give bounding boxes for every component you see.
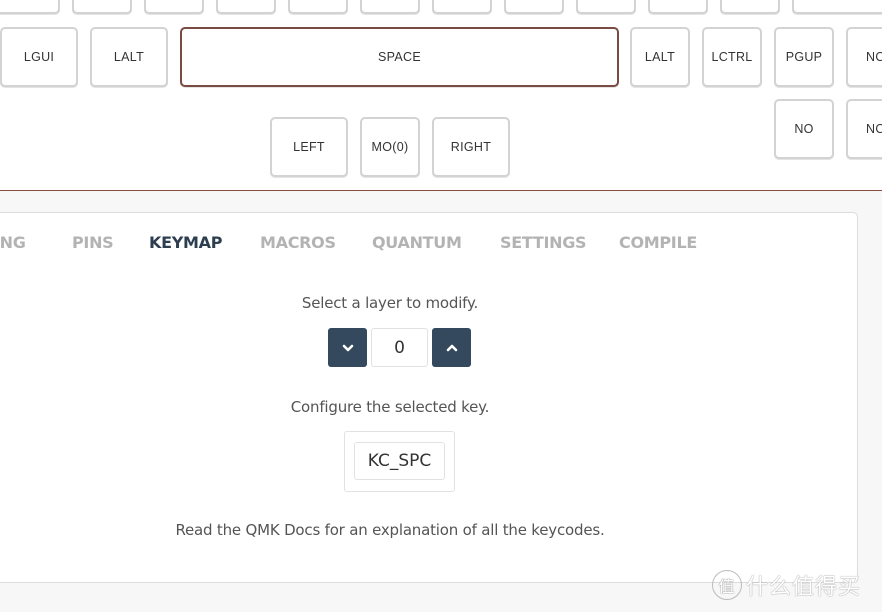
watermark-text: 什么值得买 — [746, 575, 862, 600]
selected-key-box: KC_SPC — [344, 431, 455, 492]
layer-prompt: Select a layer to modify. — [301, 294, 479, 312]
selected-keycode[interactable]: KC_SPC — [354, 442, 445, 480]
tab-wiring[interactable]: WIRING — [0, 233, 26, 252]
key-top-4[interactable] — [216, 0, 276, 14]
key-top-8[interactable] — [504, 0, 564, 14]
key-top-9[interactable] — [576, 0, 636, 14]
key-lalt-right[interactable]: LALT — [630, 27, 690, 87]
tab-quantum[interactable]: QUANTUM — [372, 233, 462, 252]
key-space[interactable]: SPACE — [180, 27, 619, 87]
key-top-11[interactable] — [720, 0, 780, 14]
watermark: 值 什么值得买 — [712, 567, 861, 603]
key-mo0[interactable]: MO(0) — [360, 117, 420, 177]
keyboard-layout: LGUI LALT SPACE LALT LCTRL PGUP NO LEFT … — [0, 0, 882, 191]
key-top-12[interactable] — [792, 0, 882, 14]
configurator-panel: WIRING KEYMAP PINS MACROS QUANTUM SETTIN… — [0, 212, 858, 583]
watermark-badge-icon: 值 — [712, 570, 742, 600]
docs-note: Read the QMK Docs for an explanation of … — [175, 521, 605, 539]
key-right[interactable]: RIGHT — [432, 117, 510, 177]
layer-down-button[interactable] — [328, 328, 367, 367]
tab-keymap[interactable]: KEYMAP — [149, 233, 222, 252]
key-pgup[interactable]: PGUP — [774, 27, 834, 87]
key-top-5[interactable] — [288, 0, 348, 14]
layer-input[interactable] — [371, 328, 428, 367]
key-top-10[interactable] — [648, 0, 708, 14]
key-top-6[interactable] — [360, 0, 420, 14]
key-no-3[interactable]: NO — [846, 99, 882, 159]
key-left[interactable]: LEFT — [270, 117, 348, 177]
key-top-7[interactable] — [432, 0, 492, 14]
chevron-up-icon — [446, 344, 457, 351]
key-no[interactable]: NO — [846, 27, 882, 87]
key-top-3[interactable] — [144, 0, 204, 14]
key-top-1[interactable] — [0, 0, 60, 14]
key-prompt: Configure the selected key. — [290, 398, 490, 416]
tab-macros[interactable]: MACROS — [260, 233, 336, 252]
key-lctrl[interactable]: LCTRL — [702, 27, 762, 87]
tab-compile[interactable]: COMPILE — [619, 233, 697, 252]
key-top-2[interactable] — [72, 0, 132, 14]
key-lalt[interactable]: LALT — [90, 27, 168, 87]
tab-pins[interactable]: PINS — [72, 233, 114, 252]
tab-settings[interactable]: SETTINGS — [500, 233, 587, 252]
chevron-down-icon — [342, 344, 353, 351]
layer-up-button[interactable] — [432, 328, 471, 367]
key-lgui[interactable]: LGUI — [0, 27, 78, 87]
key-no-2[interactable]: NO — [774, 99, 834, 159]
